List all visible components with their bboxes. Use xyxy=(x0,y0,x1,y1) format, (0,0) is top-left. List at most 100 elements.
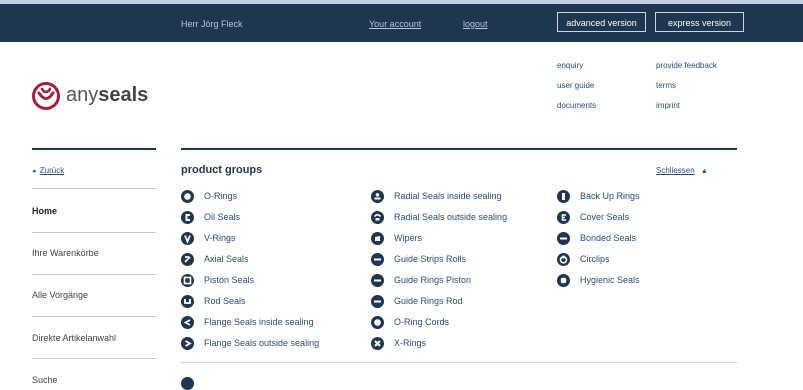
product-group-radial-outside[interactable]: Radial Seals outside sealing xyxy=(371,211,551,225)
top-bar: Herr Jörg Fleck Your account logout adva… xyxy=(0,0,803,42)
wiper-icon xyxy=(371,232,384,245)
product-group-rod-seals[interactable]: Rod Seals xyxy=(181,295,361,309)
product-group-radial-inside[interactable]: Radial Seals inside sealing xyxy=(371,190,551,204)
product-group-label: Circlips xyxy=(580,254,610,264)
product-group-label: Guide Rings Piston xyxy=(394,275,472,285)
axial-seal-icon xyxy=(181,253,194,266)
oil-seal-icon xyxy=(181,211,194,224)
product-group-wipers[interactable]: Wipers xyxy=(371,232,551,246)
piston-seal-icon xyxy=(181,274,194,287)
product-group-label: Piston Seals xyxy=(204,275,255,285)
product-group-label: Hygienic Seals xyxy=(580,275,640,285)
o-ring-cord-icon xyxy=(371,316,384,329)
user-guide-link[interactable]: user guide xyxy=(557,81,594,90)
product-group-label: Guide Strips Rolls xyxy=(394,254,467,264)
product-group-oil-seals[interactable]: Oil Seals xyxy=(181,211,361,225)
close-label: Schliessen xyxy=(656,166,695,175)
sidebar-item-suche[interactable]: Suche xyxy=(32,375,156,385)
flange-inside-icon xyxy=(181,316,194,329)
product-group-circlips[interactable]: Circlips xyxy=(557,253,737,267)
product-group-label: Bonded Seals xyxy=(580,233,637,243)
sidebar-divider xyxy=(32,316,156,317)
sidebar-item-vorgaenge[interactable]: Alle Vorgänge xyxy=(32,290,156,300)
product-group-label: Flange Seals inside sealing xyxy=(204,317,314,327)
chevron-left-icon: ◂ xyxy=(32,168,36,175)
product-group-flange-inside[interactable]: Flange Seals inside sealing xyxy=(181,316,361,330)
advanced-version-button[interactable]: advanced version xyxy=(557,12,646,32)
product-group-label: Back Up Rings xyxy=(580,191,640,201)
product-group-label: Flange Seals outside sealing xyxy=(204,338,320,348)
product-group-v-rings[interactable]: V-Rings xyxy=(181,232,361,246)
logo-bold: seals xyxy=(98,84,149,106)
product-group-guide-strips-rolls[interactable]: Guide Strips Rolls xyxy=(371,253,551,267)
product-group-o-ring-cords[interactable]: O-Ring Cords xyxy=(371,316,551,330)
provide-feedback-link[interactable]: provide feedback xyxy=(656,61,717,70)
product-group-label: Wipers xyxy=(394,233,423,243)
page-title: product groups xyxy=(181,164,263,176)
bonded-seal-icon xyxy=(557,232,570,245)
sidebar-item-warenkoerbe[interactable]: Ihre Warenkörbe xyxy=(32,248,156,258)
product-group-label: O-Rings xyxy=(204,191,238,201)
sidebar-top-rule xyxy=(32,148,156,150)
v-ring-icon xyxy=(181,232,194,245)
radial-outside-icon xyxy=(371,211,384,224)
anyseals-logo-icon[interactable] xyxy=(32,82,60,115)
radial-inside-icon xyxy=(371,190,384,203)
sidebar-divider xyxy=(32,358,156,359)
logout-link[interactable]: logout xyxy=(463,19,488,29)
user-name: Herr Jörg Fleck xyxy=(181,19,243,29)
product-group-back-up-rings[interactable]: Back Up Rings xyxy=(557,190,737,204)
sidebar-item-home[interactable]: Home xyxy=(32,206,156,216)
imprint-link[interactable]: imprint xyxy=(656,101,680,110)
cover-seal-icon xyxy=(557,211,570,224)
sidebar-divider xyxy=(32,188,156,189)
guide-strip-icon xyxy=(371,253,384,266)
sidebar-divider xyxy=(32,274,156,275)
guide-ring-piston-icon xyxy=(371,274,384,287)
product-group-label: Radial Seals outside sealing xyxy=(394,212,508,222)
o-ring-icon xyxy=(181,190,194,203)
your-account-link[interactable]: Your account xyxy=(369,19,421,29)
flange-outside-icon xyxy=(181,337,194,350)
sidebar-item-artikelanwahl[interactable]: Direkte Artikelanwahl xyxy=(32,333,156,343)
back-link[interactable]: ◂ Zurück xyxy=(32,166,156,175)
main-bottom-rule xyxy=(181,362,737,363)
product-group-guide-rings-piston[interactable]: Guide Rings Piston xyxy=(371,274,551,288)
product-group-x-rings[interactable]: X-Rings xyxy=(371,337,551,351)
guide-ring-rod-icon xyxy=(371,295,384,308)
x-ring-icon xyxy=(371,337,384,350)
logo-wordmark[interactable]: anyseals xyxy=(66,84,148,107)
product-group-guide-rings-rod[interactable]: Guide Rings Rod xyxy=(371,295,551,309)
back-label: Zurück xyxy=(39,166,65,175)
next-section-icon xyxy=(181,377,194,390)
express-version-button[interactable]: express version xyxy=(655,12,744,32)
logo-prefix: any xyxy=(66,84,99,106)
product-group-label: V-Rings xyxy=(204,233,236,243)
close-link[interactable]: Schliessen ▲ xyxy=(656,166,708,175)
terms-link[interactable]: terms xyxy=(656,81,676,90)
product-group-hygienic-seals[interactable]: Hygienic Seals xyxy=(557,274,737,288)
product-group-cover-seals[interactable]: Cover Seals xyxy=(557,211,737,225)
product-group-label: Rod Seals xyxy=(204,296,246,306)
product-group-label: Guide Rings Rod xyxy=(394,296,463,306)
product-group-label: Cover Seals xyxy=(580,212,630,222)
rod-seal-icon xyxy=(181,295,194,308)
product-group-flange-outside[interactable]: Flange Seals outside sealing xyxy=(181,337,361,351)
product-group-piston-seals[interactable]: Piston Seals xyxy=(181,274,361,288)
product-group-label: Radial Seals inside sealing xyxy=(394,191,502,201)
back-up-ring-icon xyxy=(557,190,570,203)
circlip-icon xyxy=(557,253,570,266)
product-group-label: O-Ring Cords xyxy=(394,317,450,327)
main-top-rule xyxy=(181,148,737,150)
hygienic-seal-icon xyxy=(557,274,570,287)
top-accent-line xyxy=(0,0,803,4)
product-group-label: Oil Seals xyxy=(204,212,241,222)
chevron-up-icon: ▲ xyxy=(700,168,708,175)
product-group-bonded-seals[interactable]: Bonded Seals xyxy=(557,232,737,246)
documents-link[interactable]: documents xyxy=(557,101,596,110)
product-group-label: X-Rings xyxy=(394,338,427,348)
enquiry-link[interactable]: enquiry xyxy=(557,61,583,70)
product-group-label: Axial Seals xyxy=(204,254,249,264)
product-group-axial-seals[interactable]: Axial Seals xyxy=(181,253,361,267)
product-group-o-rings[interactable]: O-Rings xyxy=(181,190,361,204)
